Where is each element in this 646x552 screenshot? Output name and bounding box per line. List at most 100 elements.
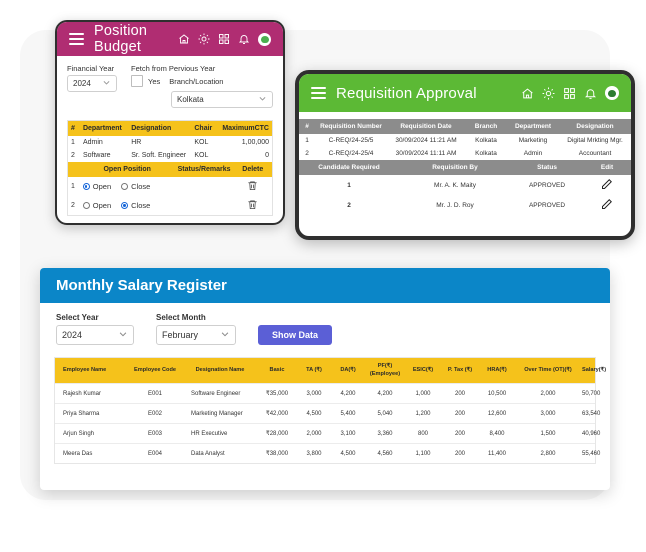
bell-icon[interactable]: [584, 87, 597, 100]
apps-grid-icon[interactable]: [218, 33, 230, 45]
requisition-approval-toolbar: [521, 86, 619, 100]
col-status-remarks: Status/Remarks: [174, 162, 234, 177]
table-row: 1 C-REQ/24-25/5 30/09/2024 11:21 AM Kolk…: [299, 134, 631, 147]
col-pf-employee: PF(₹) (Employee): [365, 358, 405, 384]
salary-table-body: Rajesh Kumar E001 Software Engineer ₹35,000…: [55, 383, 600, 464]
avatar-icon[interactable]: [605, 86, 619, 100]
cell-requisition-by: Mr. J. D. Roy: [436, 201, 474, 209]
select-month-dropdown[interactable]: February: [156, 325, 236, 345]
cell-designation-name: Data Analyst: [183, 443, 257, 464]
menu-icon[interactable]: [311, 87, 326, 99]
radio-open-label: Open: [92, 201, 112, 210]
col-p-tax: P. Tax (₹): [441, 358, 479, 384]
cell-over-time: 2,000: [515, 383, 581, 404]
col-designation: Designation: [128, 121, 192, 136]
avatar-icon[interactable]: [258, 32, 271, 46]
col-requisition-by: Requisition By: [399, 160, 511, 175]
cell-salary: 40,960: [581, 423, 600, 444]
select-year-value: 2024: [62, 330, 83, 340]
col-chair: Chair: [191, 121, 220, 136]
table-header-row: Employee Name Employee Code Designation …: [55, 358, 606, 384]
col-open-position: Open Position: [79, 162, 175, 177]
financial-year-select[interactable]: 2024: [67, 75, 117, 92]
col-department: Department: [507, 119, 559, 134]
position-budget-table: # Department Designation Chair MaximumCT…: [68, 121, 272, 162]
col-maximum-ctc: MaximumCTC: [219, 121, 272, 136]
radio-close-label: Close: [131, 182, 151, 191]
col-edit: Edit: [583, 160, 631, 175]
col-da: DA(₹): [331, 358, 365, 384]
cell-requisition-number: C-REQ/24-25/5: [328, 137, 374, 144]
cell-designation: HR: [131, 139, 142, 146]
cell-esic: 1,000: [405, 383, 441, 404]
apps-grid-icon[interactable]: [563, 87, 576, 100]
col-hra: HRA(₹): [479, 358, 515, 384]
menu-icon[interactable]: [69, 33, 84, 45]
table-header-row: Candidate Required Requisition By Status…: [299, 160, 631, 175]
home-icon[interactable]: [178, 33, 190, 45]
col-employee-name: Employee Name: [55, 358, 127, 384]
cell-da: 4,500: [331, 443, 365, 464]
cell-hra: 12,600: [479, 403, 515, 424]
col-requisition-number: Requisition Number: [315, 119, 387, 134]
col-basic: Basic: [257, 358, 297, 384]
position-budget-title: Position Budget: [94, 23, 148, 55]
branch-location-select[interactable]: Kolkata: [171, 91, 273, 108]
select-month-value: February: [162, 330, 199, 340]
cell-index: 2: [305, 150, 309, 157]
cell-pf-employee: 5,040: [365, 403, 405, 424]
cell-employee-name: Rajesh Kumar: [55, 383, 127, 404]
cell-index: 1: [71, 139, 75, 146]
cell-index: 1: [71, 183, 75, 190]
cell-designation-name: Software Engineer: [183, 383, 257, 404]
radio-close-label: Close: [131, 201, 151, 210]
salary-register-panel: Monthly Salary Register Select Year 2024…: [40, 268, 610, 490]
table-row: 2 Software Sr. Soft. Engineer KOL 0: [68, 149, 272, 162]
cell-ta: 4,500: [297, 403, 331, 424]
status-badge: APPROVED: [528, 181, 566, 189]
select-month-label: Select Month: [156, 313, 206, 322]
brightness-icon[interactable]: [542, 87, 555, 100]
cell-esic: 800: [405, 423, 441, 444]
radio-close[interactable]: [121, 183, 129, 190]
table-row: Priya Sharma E002 Marketing Manager ₹42,000…: [55, 403, 600, 424]
cell-p-tax: 200: [441, 403, 479, 424]
cell-basic: ₹38,000: [257, 443, 297, 464]
cell-employee-name: Arjun Singh: [55, 423, 127, 444]
home-icon[interactable]: [521, 87, 534, 100]
cell-esic: 1,100: [405, 443, 441, 464]
status-badge: APPROVED: [528, 201, 566, 209]
table-row: 2 Mr. J. D. Roy APPROVED: [299, 195, 631, 215]
col-candidate-required: Candidate Required: [299, 160, 399, 175]
radio-open[interactable]: [82, 202, 90, 209]
fetch-prev-year-yes-label: Yes: [148, 76, 161, 86]
table-row: 2 Open Close: [68, 196, 272, 215]
position-budget-toolbar: [178, 32, 271, 46]
col-designation: Designation: [559, 119, 631, 134]
pencil-icon[interactable]: [601, 199, 613, 212]
cell-salary: 63,540: [581, 403, 600, 424]
fetch-prev-year-checkbox[interactable]: [131, 75, 143, 87]
position-budget-titlebar: Position Budget: [57, 22, 283, 56]
pencil-icon[interactable]: [601, 179, 613, 192]
cell-da: 4,200: [331, 383, 365, 404]
cell-maximum-ctc: 0: [265, 152, 269, 159]
radio-open[interactable]: [82, 183, 90, 190]
trash-icon[interactable]: [247, 181, 258, 193]
trash-icon[interactable]: [247, 200, 258, 212]
candidate-table: Candidate Required Requisition By Status…: [299, 160, 631, 215]
cell-hra: 8,400: [479, 423, 515, 444]
table-row: 1 Mr. A. K. Maity APPROVED: [299, 175, 631, 195]
position-budget-panel: Position Budget Financial Year 2024 Fetc…: [55, 20, 285, 225]
radio-open-label: Open: [92, 182, 112, 191]
cell-status-remarks: [175, 196, 234, 215]
requisition-approval-title: Requisition Approval: [336, 84, 477, 102]
cell-pf-employee: 4,200: [365, 383, 405, 404]
bell-icon[interactable]: [238, 33, 250, 45]
brightness-icon[interactable]: [198, 33, 210, 45]
salary-register-controls: Select Year 2024 Select Month February S…: [40, 303, 610, 353]
col-branch: Branch: [465, 119, 507, 134]
show-data-button[interactable]: Show Data: [258, 325, 333, 345]
radio-close[interactable]: [121, 202, 129, 209]
select-year-dropdown[interactable]: 2024: [56, 325, 134, 345]
